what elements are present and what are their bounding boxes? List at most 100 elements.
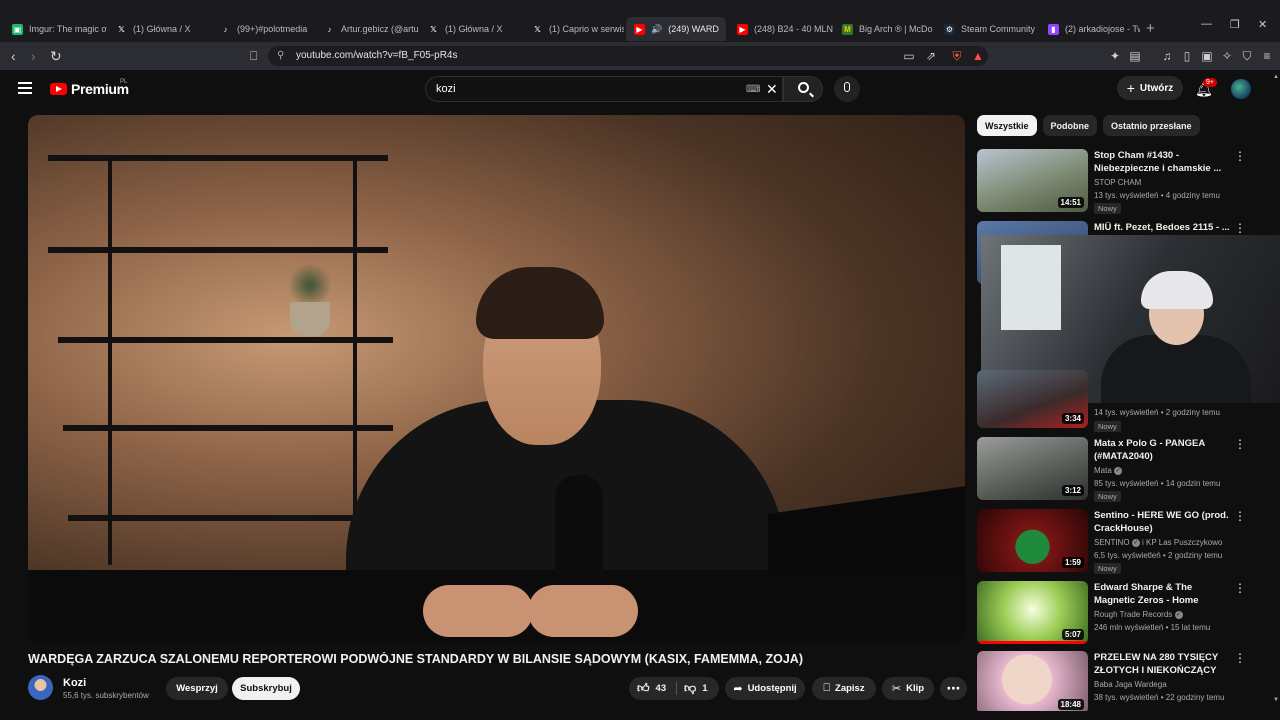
subscribe-button[interactable]: Subskrybuj — [232, 677, 300, 700]
recommended-video[interactable]: 18:48 PRZELEW NA 280 TYSIĘCY ZŁOTYCH I N… — [977, 651, 1267, 711]
channel-name[interactable]: Kozi — [63, 677, 86, 689]
recommended-channel[interactable]: SENTINO ✓ i KP Las Puszczykowo — [1094, 538, 1222, 547]
tab-label: Imgur: The magic of — [29, 24, 107, 34]
scroll-down-icon[interactable]: ▼ — [1273, 697, 1279, 703]
recommended-title[interactable]: Edward Sharpe & The Magnetic Zeros - Hom… — [1094, 581, 1234, 607]
new-badge: Nowy — [1094, 491, 1121, 502]
keyboard-icon[interactable]: ⌨ — [746, 84, 760, 95]
search-box[interactable]: ⌨ ✕ — [425, 76, 783, 102]
chip-recently-uploaded[interactable]: Ostatnio przesłane — [1103, 115, 1200, 136]
close-tab-icon[interactable]: ✕ — [725, 24, 726, 35]
recommended-channel[interactable]: STOP CHAM — [1094, 178, 1141, 187]
video-player[interactable] — [28, 115, 965, 643]
browser-tab[interactable]: ▶ (248) B24 - 40 MLN — [729, 17, 833, 41]
video-thumbnail[interactable]: 18:48 — [977, 651, 1088, 711]
channel-avatar[interactable] — [28, 675, 53, 700]
close-window-icon[interactable]: ✕ — [1258, 18, 1267, 31]
clip-button[interactable]: ✂ Klip — [882, 677, 934, 700]
clear-search-icon[interactable]: ✕ — [766, 81, 778, 98]
chip-all[interactable]: Wszystkie — [977, 115, 1037, 136]
video-thumbnail[interactable]: 14:51 — [977, 149, 1088, 212]
search-button[interactable] — [783, 76, 823, 102]
recommended-video[interactable]: 5:07 Edward Sharpe & The Magnetic Zeros … — [977, 581, 1267, 647]
recommended-channel[interactable]: Baba Jaga Wardega — [1094, 680, 1167, 689]
kebab-menu-icon[interactable]: ⋮ — [1234, 510, 1246, 522]
microphone-icon — [844, 82, 850, 92]
brave-rewards-icon[interactable]: ▲ — [971, 49, 985, 63]
browser-tab[interactable]: M Big Arch ® | McDo — [834, 17, 934, 41]
page-scrollbar[interactable] — [1272, 70, 1280, 720]
browser-tab[interactable]: 𝕏 (1) Główna / X — [420, 17, 523, 41]
like-button[interactable]: 👍︎ 43 — [637, 677, 666, 700]
create-button[interactable]: + Utwórz — [1117, 76, 1183, 100]
share-button[interactable]: ➦ Udostępnij — [725, 677, 805, 700]
kebab-menu-icon[interactable]: ⋮ — [1234, 582, 1246, 594]
share-icon[interactable]: ⇗ — [924, 49, 938, 63]
recommended-channel[interactable]: Mata ✓ — [1094, 466, 1123, 475]
youtube-premium-logo[interactable]: Premium — [50, 81, 129, 97]
recommended-channel[interactable]: Rough Trade Records ✓ — [1094, 610, 1183, 619]
address-bar[interactable]: ⚲ youtube.com/watch?v=fB_F05-pR4s — [268, 46, 988, 66]
browser-tab[interactable]: ⚙ Steam Community — [936, 17, 1040, 41]
recommended-title[interactable]: MIÜ ft. Pezet, Bedoes 2115 - ... — [1094, 221, 1234, 234]
browser-tab[interactable]: ♪ (99+)#polotmedia — [212, 17, 315, 41]
reload-icon[interactable]: ↻ — [50, 48, 62, 64]
search-input[interactable] — [436, 83, 716, 95]
tiktok-icon: ♪ — [223, 24, 228, 34]
extensions-icon[interactable]: ✦ — [1108, 49, 1122, 63]
scroll-up-icon[interactable]: ▲ — [1273, 74, 1279, 80]
hamburger-menu-icon[interactable] — [18, 82, 32, 94]
x-icon: 𝕏 — [534, 24, 541, 34]
wallet-icon[interactable]: ▣ — [1200, 49, 1214, 63]
recommended-title[interactable]: PRZELEW NA 280 TYSIĘCY ZŁOTYCH I NIEKOŃC… — [1094, 651, 1234, 677]
video-thumbnail[interactable]: 3:12 — [977, 437, 1088, 500]
back-icon[interactable]: ‹ — [11, 48, 16, 64]
video-thumbnail[interactable]: 5:07 — [977, 581, 1088, 644]
forward-icon[interactable]: › — [31, 48, 36, 64]
recommended-title[interactable]: Stop Cham #1430 - Niebezpieczne i chamsk… — [1094, 149, 1234, 175]
verified-icon: ✓ — [1114, 466, 1123, 475]
divider — [676, 682, 677, 695]
voice-search-button[interactable] — [834, 76, 860, 102]
more-icon: ⋯ — [946, 680, 961, 696]
browser-tab[interactable]: 𝕏 (1) Główna / X — [108, 17, 211, 41]
recommended-title[interactable]: Mata x Polo G - PANGEA (#MATA2040) — [1094, 437, 1234, 463]
user-avatar[interactable] — [1231, 79, 1251, 99]
browser-tab[interactable]: ▮ (2) arkadiojose - Tw — [1040, 17, 1140, 41]
kebab-menu-icon[interactable]: ⋮ — [1234, 652, 1246, 664]
recommended-video[interactable]: 3:12 Mata x Polo G - PANGEA (#MATA2040) … — [977, 437, 1267, 503]
browser-tab[interactable]: 𝕏 (1) Caprio w serwis — [524, 17, 624, 41]
more-actions-button[interactable]: ⋯ — [940, 677, 967, 700]
browser-tab-active[interactable]: ▶ 🔊 (249) WARD ✕ — [626, 17, 726, 41]
menu-icon[interactable]: ≡ — [1260, 49, 1274, 63]
tab-label: (248) B24 - 40 MLN — [754, 24, 833, 34]
bookmark-icon[interactable]: ⎕ — [250, 48, 257, 64]
subscriber-count: 55,6 tys. subskrybentów — [63, 691, 149, 700]
sidebar-icon[interactable]: ▯ — [1180, 49, 1194, 63]
cast-icon[interactable]: ▭ — [902, 49, 916, 63]
new-tab-button[interactable]: + — [1146, 20, 1155, 37]
kebab-menu-icon[interactable]: ⋮ — [1234, 438, 1246, 450]
chip-related[interactable]: Podobne — [1042, 115, 1098, 136]
browser-tab[interactable]: ▣ Imgur: The magic of — [4, 17, 107, 41]
url-text: youtube.com/watch?v=fB_F05-pR4s — [296, 50, 458, 61]
save-button[interactable]: ⎕ Zapisz — [812, 677, 876, 700]
site-info-icon[interactable]: ⚲ — [277, 50, 284, 61]
maximize-icon[interactable]: ❐ — [1230, 18, 1240, 31]
browser-tab[interactable]: ♪ Artur.gebicz (@artu — [316, 17, 419, 41]
kebab-menu-icon[interactable]: ⋮ — [1234, 150, 1246, 162]
steam-icon: ⚙ — [944, 23, 955, 35]
reader-icon[interactable]: ▤ — [1128, 49, 1142, 63]
video-thumbnail[interactable]: 1:59 — [977, 509, 1088, 572]
brave-shield-icon[interactable]: ⛨ — [950, 49, 964, 63]
music-icon[interactable]: ♫ — [1160, 49, 1174, 63]
vpn-icon[interactable]: ⛉ — [1240, 49, 1254, 63]
recommended-title[interactable]: Sentino - HERE WE GO (prod. CrackHouse) — [1094, 509, 1234, 535]
recommended-video[interactable]: 14:51 Stop Cham #1430 - Niebezpieczne i … — [977, 149, 1267, 215]
kebab-menu-icon[interactable]: ⋮ — [1234, 222, 1246, 234]
minimize-icon[interactable]: — — [1201, 18, 1212, 30]
recommended-video[interactable]: 1:59 Sentino - HERE WE GO (prod. CrackHo… — [977, 509, 1267, 575]
support-button[interactable]: Wesprzyj — [166, 677, 228, 700]
dislike-button[interactable]: 👎︎ 1 — [684, 677, 707, 700]
leo-icon[interactable]: ✧ — [1220, 49, 1234, 63]
